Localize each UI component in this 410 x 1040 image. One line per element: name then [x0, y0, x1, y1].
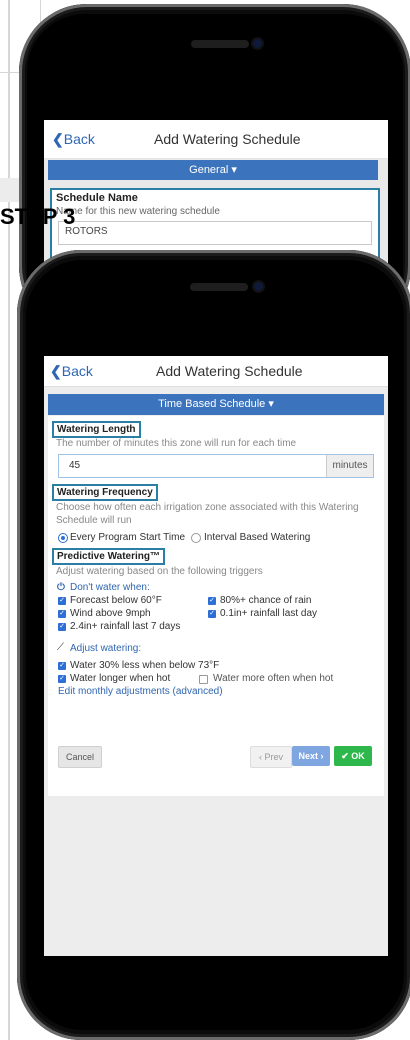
next-button[interactable]: Next ›	[292, 746, 330, 766]
checkbox-wind[interactable]: ✓	[58, 610, 66, 618]
speaker-grille	[190, 283, 248, 291]
schedule-name-input[interactable]: ROTORS	[58, 221, 372, 245]
checkbox-wind-label: Wind above 9mph	[70, 608, 151, 619]
nav-bar: ❮Back Add Watering Schedule	[44, 120, 388, 159]
speaker-grille	[191, 40, 249, 48]
radio-interval-label: Interval Based Watering	[204, 532, 311, 543]
section-dropdown[interactable]: Time Based Schedule ▾	[48, 394, 384, 415]
checkbox-rain-last-day-label: 0.1in+ rainfall last day	[220, 608, 318, 619]
watering-length-label: Watering Length	[52, 421, 141, 438]
checkbox-water-less-label: Water 30% less when below 73°F	[70, 660, 220, 671]
checkbox-rain-chance-label: 80%+ chance of rain	[220, 595, 312, 606]
chevron-left-icon: ❮	[52, 131, 64, 147]
watering-length-value: 45	[69, 460, 81, 471]
section-dropdown[interactable]: General ▾	[48, 160, 378, 180]
cancel-button[interactable]: Cancel	[58, 746, 102, 768]
predictive-watering-label: Predictive Watering™	[52, 548, 165, 565]
advanced-adjustments-link[interactable]: Edit monthly adjustments (advanced)	[58, 686, 223, 697]
checkbox-forecast[interactable]: ✓	[58, 597, 66, 605]
watering-frequency-label: Watering Frequency	[52, 484, 158, 501]
predictive-watering-hint: Adjust watering based on the following t…	[56, 566, 263, 577]
checkbox-forecast-label: Forecast below 60°F	[70, 595, 162, 606]
radio-interval[interactable]	[191, 533, 201, 543]
dont-water-header: Don't water when:	[70, 582, 150, 593]
checkbox-rain-7-days[interactable]: ✓	[58, 623, 66, 631]
adjust-watering-header: Adjust watering:	[70, 643, 142, 654]
checkbox-rain-7-days-label: 2.4in+ rainfall last 7 days	[70, 621, 181, 632]
front-camera-icon	[253, 39, 262, 48]
checkbox-rain-last-day[interactable]: ✓	[208, 610, 216, 618]
watering-length-input[interactable]: 45 minutes	[58, 454, 374, 478]
checkbox-water-less[interactable]: ✓	[58, 662, 66, 670]
checkbox-water-longer-label: Water longer when hot	[70, 673, 171, 684]
checkbox-water-more-often[interactable]	[199, 675, 208, 684]
page-title: Add Watering Schedule	[156, 363, 303, 379]
schedule-name-hint: Name for this new watering schedule	[56, 206, 220, 217]
checkbox-water-more-often-label: Water more often when hot	[213, 673, 334, 684]
back-button[interactable]: ❮Back	[50, 363, 93, 380]
schedule-name-label: Schedule Name	[56, 192, 138, 204]
ok-button[interactable]: ✔ OK	[334, 746, 372, 766]
front-camera-icon	[254, 282, 263, 291]
main-phone-screen: ❮Back Add Watering Schedule Time Based S…	[44, 356, 388, 956]
checkbox-rain-chance[interactable]: ✓	[208, 597, 216, 605]
back-button[interactable]: ❮Back	[52, 131, 95, 148]
checkbox-water-longer[interactable]: ✓	[58, 675, 66, 683]
watering-length-hint: The number of minutes this zone will run…	[56, 438, 297, 449]
wand-icon: ⟋	[57, 642, 64, 653]
background-edge-line	[8, 0, 10, 1040]
minutes-unit: minutes	[326, 455, 373, 477]
radio-every-program-label: Every Program Start Time	[70, 532, 186, 543]
step-label: STEP 3	[0, 204, 76, 229]
radio-every-program[interactable]	[58, 533, 68, 543]
page-title: Add Watering Schedule	[154, 131, 301, 147]
watering-frequency-hint: Choose how often each irrigation zone as…	[56, 502, 359, 526]
prev-button[interactable]: ‹ Prev	[250, 746, 292, 768]
power-icon: ⏻	[57, 582, 65, 593]
nav-bar: ❮Back Add Watering Schedule	[44, 356, 388, 387]
chevron-left-icon: ❮	[50, 363, 62, 379]
